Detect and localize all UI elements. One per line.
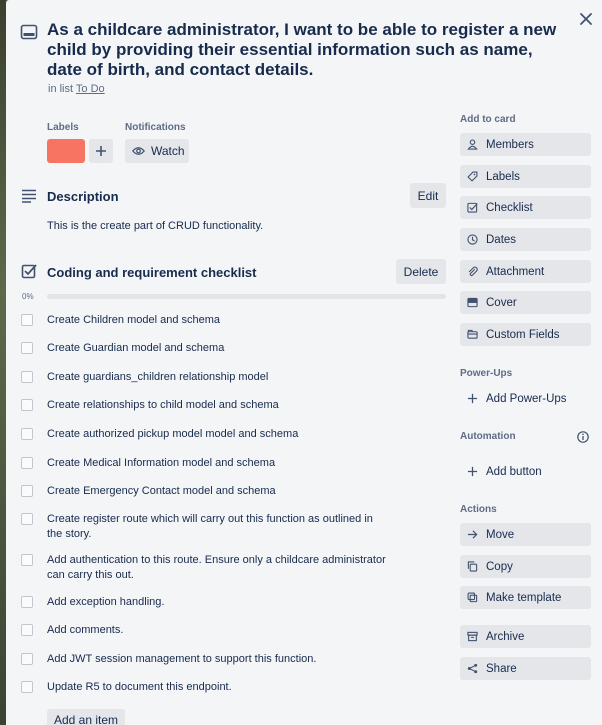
checklist-item-text[interactable]: Create Medical Information model and sch… <box>47 456 387 471</box>
add-to-card-heading: Add to card <box>460 114 516 125</box>
action-button-label: Move <box>486 528 515 541</box>
add-to-card-button-label: Labels <box>486 170 520 183</box>
watch-label: Watch <box>151 144 185 158</box>
checklist-item-checkbox[interactable] <box>21 513 33 525</box>
checklist-item-text[interactable]: Add JWT session management to support th… <box>47 652 387 667</box>
in-list-line: in list To Do <box>48 83 105 95</box>
action-make-template-button[interactable]: Make template <box>460 586 591 609</box>
progress-bar <box>47 294 446 299</box>
checklist-item-text[interactable]: Add authentication to this route. Ensure… <box>47 553 387 583</box>
checklist-item-text[interactable]: Add comments. <box>47 623 387 638</box>
add-to-card-labels-button[interactable]: Labels <box>460 165 591 188</box>
archive-icon <box>467 631 478 642</box>
label-chip[interactable] <box>47 139 85 163</box>
checklist-item-checkbox[interactable] <box>21 596 33 608</box>
edit-description-button[interactable]: Edit <box>410 183 446 208</box>
card-icon <box>20 24 38 40</box>
checklist-item-text[interactable]: Add exception handling. <box>47 595 387 610</box>
list-link[interactable]: To Do <box>76 83 105 95</box>
card-title[interactable]: As a childcare administrator, I want to … <box>47 20 567 80</box>
actions-heading: Actions <box>460 504 497 515</box>
checklist-item-text[interactable]: Create Guardian model and schema <box>47 341 387 356</box>
custom-fields-icon <box>467 329 478 339</box>
checklist-item-checkbox[interactable] <box>21 653 33 665</box>
action-button-label: Share <box>486 662 517 675</box>
eye-icon <box>132 147 145 155</box>
add-to-card-attachment-button[interactable]: Attachment <box>460 260 591 283</box>
add-powerups-label: Add Power-Ups <box>486 392 567 405</box>
checklist-item-text[interactable]: Create Emergency Contact model and schem… <box>47 484 387 499</box>
action-share-button[interactable]: Share <box>460 657 591 680</box>
copy-icon <box>467 561 478 572</box>
watch-button[interactable]: Watch <box>125 139 189 163</box>
add-button-label: Add button <box>486 465 542 478</box>
labels-heading: Labels <box>47 122 79 133</box>
plus-icon <box>96 146 106 156</box>
checklist-item-text[interactable]: Create guardians_children relationship m… <box>47 370 387 385</box>
checklist-item-checkbox[interactable] <box>21 371 33 383</box>
checklist-heading: Coding and requirement checklist <box>47 265 257 280</box>
notifications-heading: Notifications <box>125 122 186 133</box>
add-to-card-button-label: Custom Fields <box>486 328 560 341</box>
add-to-card-button-label: Attachment <box>486 265 545 278</box>
action-button-label: Make template <box>486 591 562 604</box>
checklist-item-text[interactable]: Update R5 to document this endpoint. <box>47 680 387 695</box>
checkbox-icon <box>467 202 478 213</box>
card-detail-modal: As a childcare administrator, I want to … <box>6 0 602 725</box>
arrow-right-icon <box>467 530 478 539</box>
checklist-item-checkbox[interactable] <box>21 399 33 411</box>
plus-icon <box>467 466 478 477</box>
action-button-label: Copy <box>486 560 513 573</box>
action-archive-button[interactable]: Archive <box>460 625 591 648</box>
checklist-item-text[interactable]: Create authorized pickup model model and… <box>47 427 387 442</box>
add-item-button[interactable]: Add an item <box>47 709 125 725</box>
tag-icon <box>467 171 478 182</box>
checklist-item-checkbox[interactable] <box>21 428 33 440</box>
action-button-label: Archive <box>486 630 525 643</box>
add-to-card-button-label: Dates <box>486 233 517 246</box>
close-icon[interactable] <box>577 10 595 28</box>
cover-icon <box>467 297 478 308</box>
add-to-card-checklist-button[interactable]: Checklist <box>460 196 591 219</box>
add-to-card-custom-fields-button[interactable]: Custom Fields <box>460 323 591 346</box>
plus-icon <box>467 393 478 404</box>
checklist-item-text[interactable]: Create Children model and schema <box>47 313 387 328</box>
in-list-prefix: in list <box>48 83 74 95</box>
checklist-item-checkbox[interactable] <box>21 681 33 693</box>
action-copy-button[interactable]: Copy <box>460 555 591 578</box>
checklist-item-checkbox[interactable] <box>21 314 33 326</box>
checklist-item-checkbox[interactable] <box>21 457 33 469</box>
paperclip-icon <box>468 266 478 277</box>
add-to-card-cover-button[interactable]: Cover <box>460 291 591 314</box>
delete-checklist-button[interactable]: Delete <box>396 259 446 284</box>
checklist-item-text[interactable]: Create register route which will carry o… <box>47 512 387 542</box>
add-to-card-button-label: Members <box>486 138 534 151</box>
clock-icon <box>467 234 478 245</box>
checklist-item-text[interactable]: Create relationships to child model and … <box>47 398 387 413</box>
checklist-item-checkbox[interactable] <box>21 342 33 354</box>
powerups-heading: Power-Ups <box>460 368 513 379</box>
description-text[interactable]: This is the create part of CRUD function… <box>47 220 263 232</box>
checklist-item-checkbox[interactable] <box>21 485 33 497</box>
add-to-card-dates-button[interactable]: Dates <box>460 228 591 251</box>
person-icon <box>467 139 478 150</box>
add-to-card-button-label: Cover <box>486 296 517 309</box>
share-icon <box>467 663 478 674</box>
add-button-button[interactable]: Add button <box>460 460 591 483</box>
checklist-icon <box>21 264 37 279</box>
progress-percent: 0% <box>22 292 34 301</box>
template-icon <box>467 592 478 603</box>
description-icon <box>22 189 36 203</box>
info-icon[interactable] <box>577 431 589 443</box>
add-label-button[interactable] <box>89 139 113 163</box>
checklist-item-checkbox[interactable] <box>21 624 33 636</box>
description-heading: Description <box>47 189 119 204</box>
action-move-button[interactable]: Move <box>460 523 591 546</box>
add-to-card-members-button[interactable]: Members <box>460 133 591 156</box>
checklist-item-checkbox[interactable] <box>21 554 33 566</box>
add-to-card-button-label: Checklist <box>486 201 533 214</box>
add-powerups-button[interactable]: Add Power-Ups <box>460 387 591 410</box>
automation-heading: Automation <box>460 431 516 442</box>
